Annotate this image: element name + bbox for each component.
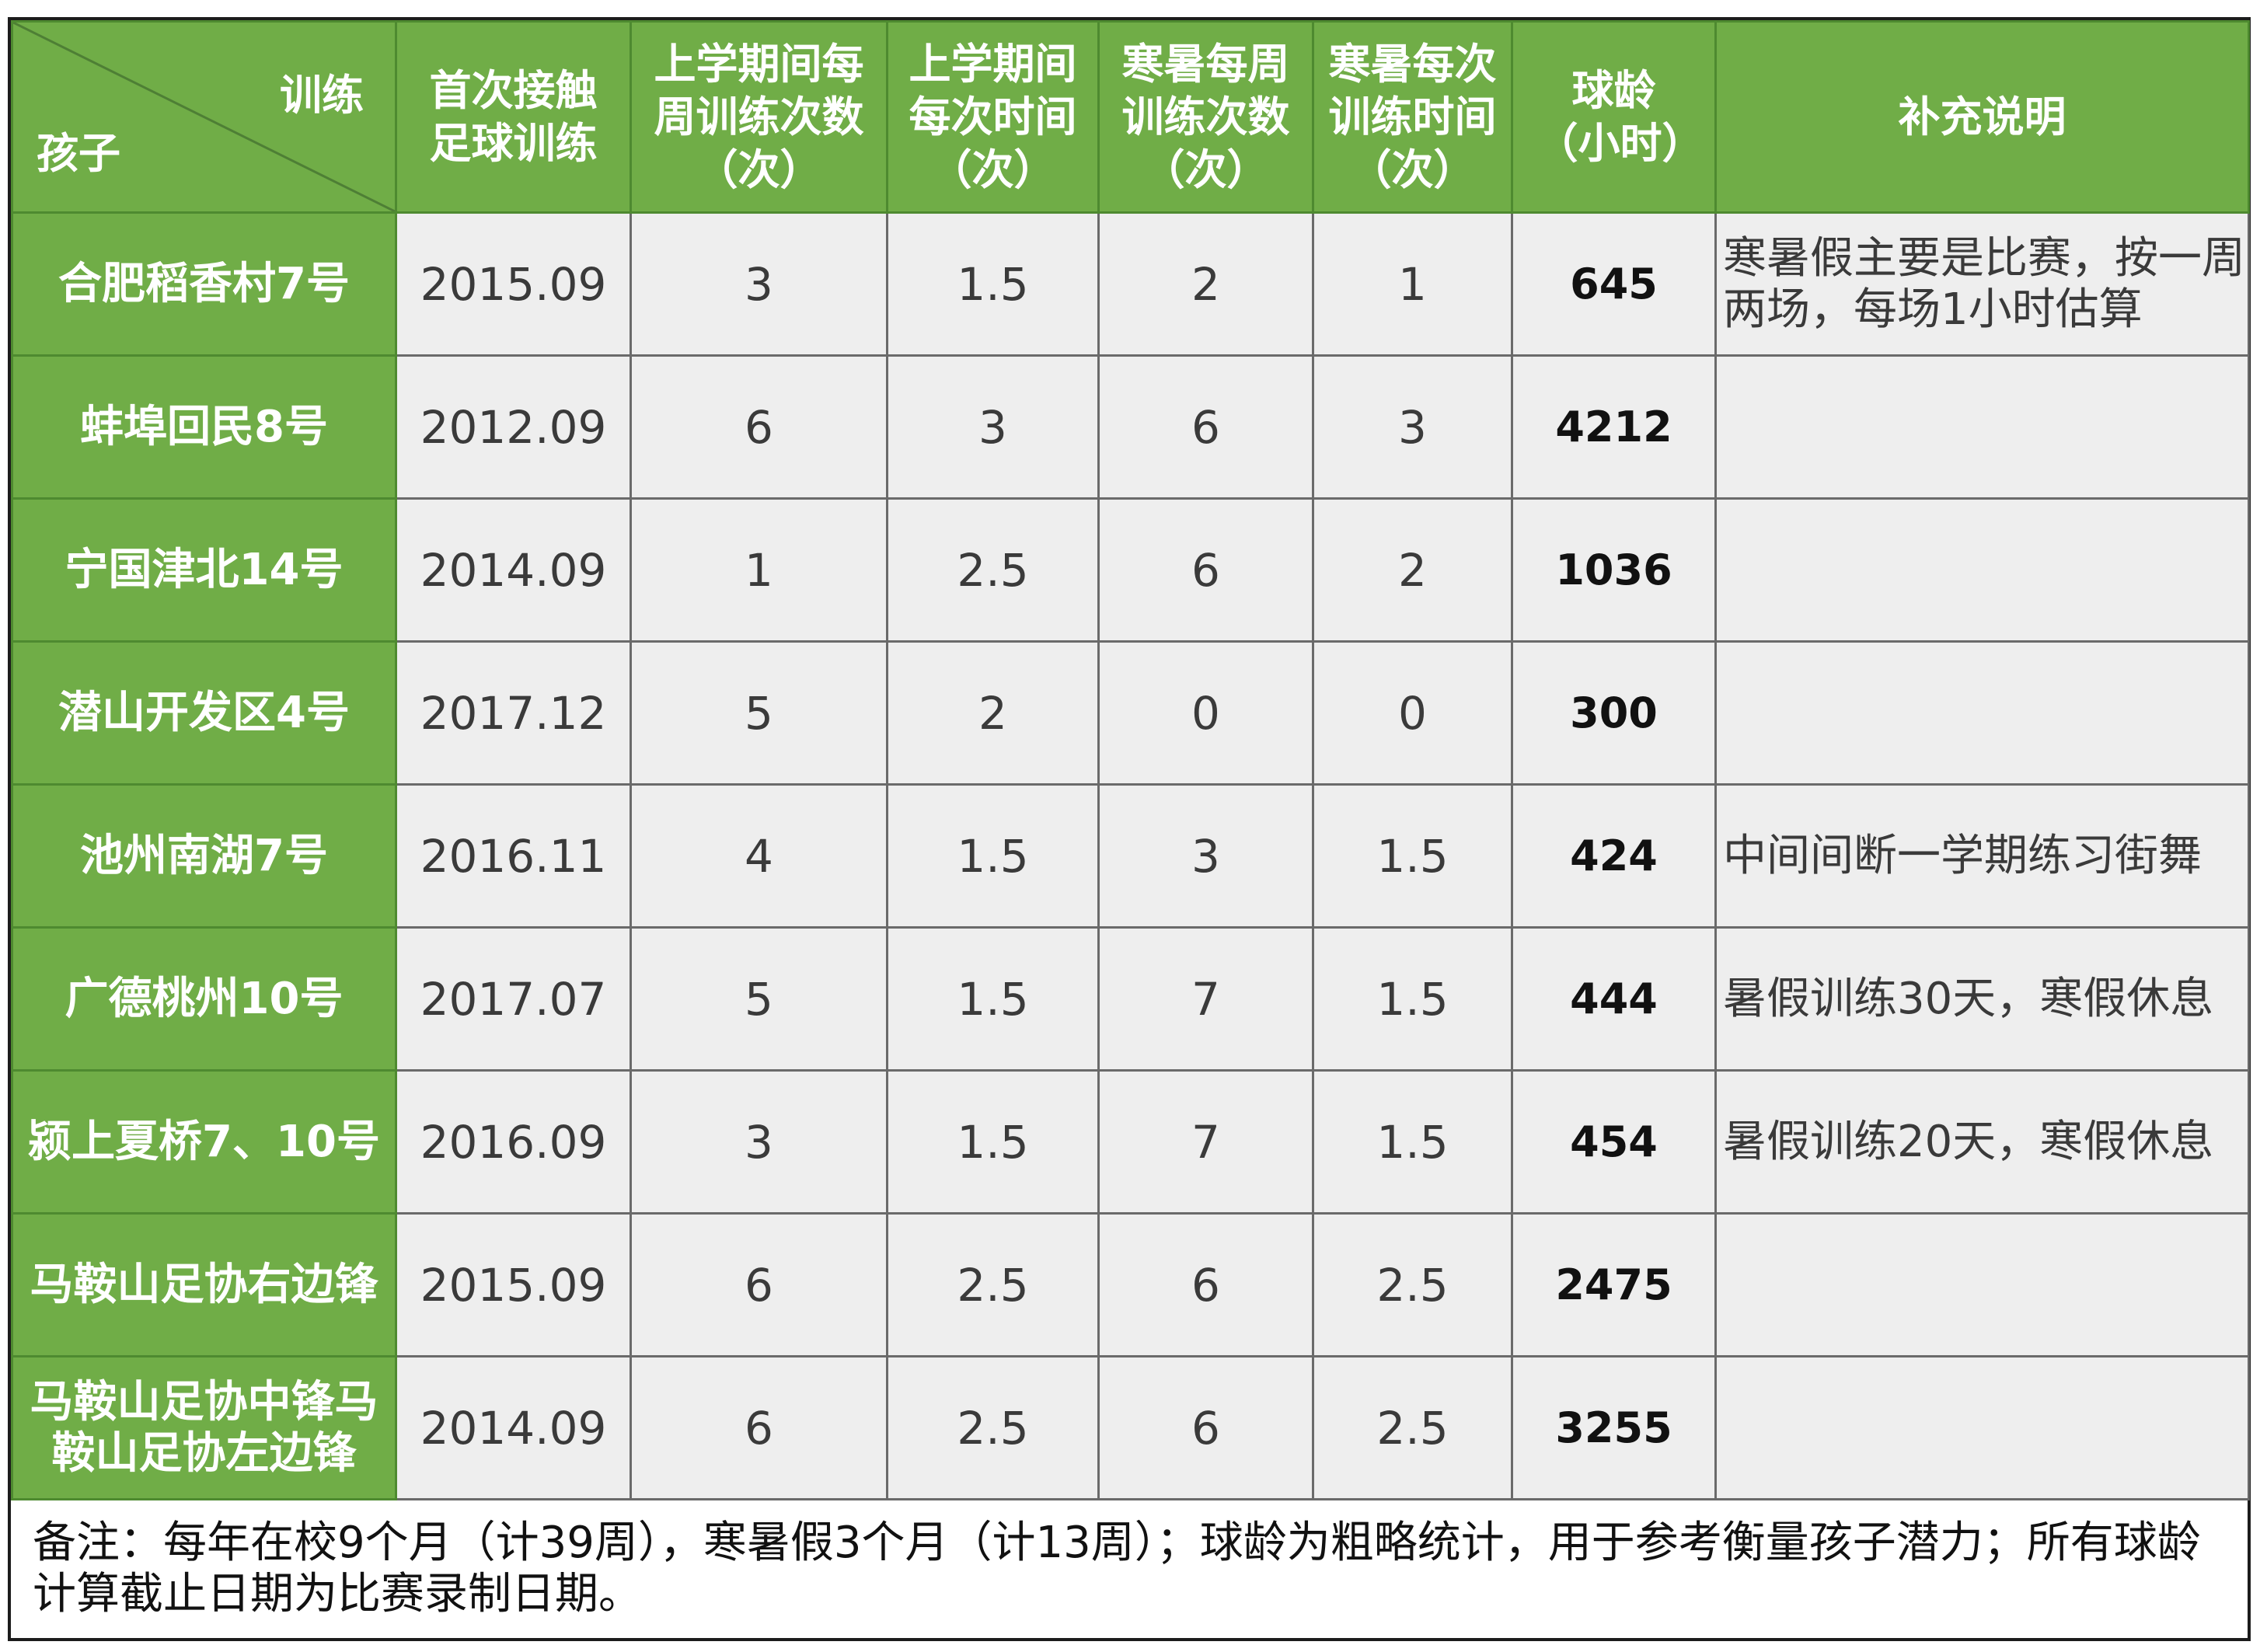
vac-each: 0 [1312, 640, 1513, 786]
school-weekly: 5 [630, 640, 888, 786]
table-row: 宁国津北14号 2014.09 1 2.5 6 2 1036 [11, 497, 2250, 643]
school-weekly: 1 [630, 497, 888, 643]
table-row: 马鞍山足协中锋马鞍山足协左边锋 2014.09 6 2.5 6 2.5 3255 [11, 1355, 2250, 1500]
school-weekly: 3 [630, 1069, 888, 1215]
table-row: 颍上夏桥7、10号 2016.09 3 1.5 7 1.5 454 暑假训练20… [11, 1069, 2250, 1215]
vac-weekly: 6 [1097, 354, 1314, 500]
vac-each: 3 [1312, 354, 1513, 500]
note: 暑假训练20天，寒假休息 [1714, 1069, 2250, 1215]
child-name: 潜山开发区4号 [11, 640, 397, 786]
child-name: 马鞍山足协右边锋 [11, 1212, 397, 1357]
table-row: 蚌埠回民8号 2012.09 6 3 6 3 4212 [11, 354, 2250, 500]
col-vac-weekly: 寒暑每周训练次数（次） [1097, 20, 1314, 214]
ball-age: 454 [1511, 1069, 1717, 1215]
table-row: 潜山开发区4号 2017.12 5 2 0 0 300 [11, 640, 2250, 786]
vac-each: 1.5 [1312, 926, 1513, 1072]
first-contact: 2015.09 [395, 1212, 632, 1357]
note [1714, 1355, 2250, 1500]
school-each: 2 [886, 640, 1100, 786]
ball-age: 645 [1511, 211, 1717, 357]
vac-weekly: 0 [1097, 640, 1314, 786]
ball-age: 424 [1511, 783, 1717, 929]
ball-age: 3255 [1511, 1355, 1717, 1500]
note [1714, 1212, 2250, 1357]
table-row: 池州南湖7号 2016.11 4 1.5 3 1.5 424 中间间断一学期练习… [11, 783, 2250, 929]
vac-weekly: 7 [1097, 926, 1314, 1072]
child-name: 池州南湖7号 [11, 783, 397, 929]
school-each: 3 [886, 354, 1100, 500]
first-contact: 2017.12 [395, 640, 632, 786]
vac-weekly: 6 [1097, 497, 1314, 643]
note [1714, 640, 2250, 786]
note [1714, 354, 2250, 500]
first-contact: 2016.09 [395, 1069, 632, 1215]
col-ball-age: 球龄（小时） [1511, 20, 1717, 214]
school-weekly: 6 [630, 354, 888, 500]
first-contact: 2017.07 [395, 926, 632, 1072]
first-contact: 2012.09 [395, 354, 632, 500]
vac-weekly: 2 [1097, 211, 1314, 357]
ball-age: 1036 [1511, 497, 1717, 643]
table-row: 马鞍山足协右边锋 2015.09 6 2.5 6 2.5 2475 [11, 1212, 2250, 1357]
vac-each: 2 [1312, 497, 1513, 643]
child-name: 蚌埠回民8号 [11, 354, 397, 500]
table-row: 广德桃州10号 2017.07 5 1.5 7 1.5 444 暑假训练30天，… [11, 926, 2250, 1072]
vac-each: 1.5 [1312, 783, 1513, 929]
header-row: 训练 孩子 首次接触足球训练 上学期间每周训练次数（次） 上学期间每次时间（次）… [11, 20, 2250, 214]
school-each: 1.5 [886, 783, 1100, 929]
child-name: 马鞍山足协中锋马鞍山足协左边锋 [11, 1355, 397, 1500]
corner-label-child: 孩子 [37, 129, 120, 178]
col-vac-each: 寒暑每次训练时间（次） [1312, 20, 1513, 214]
footnote: 备注：每年在校9个月（计39周），寒暑假3个月（计13周）；球龄为粗略统计，用于… [33, 1518, 2201, 1619]
vac-weekly: 3 [1097, 783, 1314, 929]
training-table: 训练 孩子 首次接触足球训练 上学期间每周训练次数（次） 上学期间每次时间（次）… [11, 20, 2250, 1500]
child-name: 合肥稻香村7号 [11, 211, 397, 357]
vac-weekly: 7 [1097, 1069, 1314, 1215]
child-name: 宁国津北14号 [11, 497, 397, 643]
ball-age: 444 [1511, 926, 1717, 1072]
school-each: 1.5 [886, 1069, 1100, 1215]
school-each: 1.5 [886, 926, 1100, 1072]
first-contact: 2014.09 [395, 497, 632, 643]
school-each: 1.5 [886, 211, 1100, 357]
corner-label-training: 训练 [280, 71, 364, 120]
first-contact: 2016.11 [395, 783, 632, 929]
table-row: 合肥稻香村7号 2015.09 3 1.5 2 1 645 寒暑假主要是比赛，按… [11, 211, 2250, 357]
school-weekly: 6 [630, 1355, 888, 1500]
vac-each: 2.5 [1312, 1212, 1513, 1357]
corner-header: 训练 孩子 [11, 20, 397, 214]
ball-age: 2475 [1511, 1212, 1717, 1357]
col-first-contact: 首次接触足球训练 [395, 20, 632, 214]
first-contact: 2014.09 [395, 1355, 632, 1500]
ball-age: 4212 [1511, 354, 1717, 500]
school-weekly: 4 [630, 783, 888, 929]
vac-weekly: 6 [1097, 1212, 1314, 1357]
ball-age: 300 [1511, 640, 1717, 786]
school-each: 2.5 [886, 1355, 1100, 1500]
school-weekly: 3 [630, 211, 888, 357]
training-table-sheet: 训练 孩子 首次接触足球训练 上学期间每周训练次数（次） 上学期间每次时间（次）… [8, 17, 2251, 1641]
school-weekly: 5 [630, 926, 888, 1072]
vac-each: 1 [1312, 211, 1513, 357]
vac-each: 1.5 [1312, 1069, 1513, 1215]
school-weekly: 6 [630, 1212, 888, 1357]
col-school-weekly: 上学期间每周训练次数（次） [630, 20, 888, 214]
note [1714, 497, 2250, 643]
child-name: 广德桃州10号 [11, 926, 397, 1072]
col-school-each: 上学期间每次时间（次） [886, 20, 1100, 214]
vac-weekly: 6 [1097, 1355, 1314, 1500]
school-each: 2.5 [886, 497, 1100, 643]
note: 暑假训练30天，寒假休息 [1714, 926, 2250, 1072]
vac-each: 2.5 [1312, 1355, 1513, 1500]
col-note: 补充说明 [1714, 20, 2250, 214]
note: 寒暑假主要是比赛，按一周两场，每场1小时估算 [1714, 211, 2250, 357]
note: 中间间断一学期练习街舞 [1714, 783, 2250, 929]
school-each: 2.5 [886, 1212, 1100, 1357]
first-contact: 2015.09 [395, 211, 632, 357]
child-name: 颍上夏桥7、10号 [11, 1069, 397, 1215]
